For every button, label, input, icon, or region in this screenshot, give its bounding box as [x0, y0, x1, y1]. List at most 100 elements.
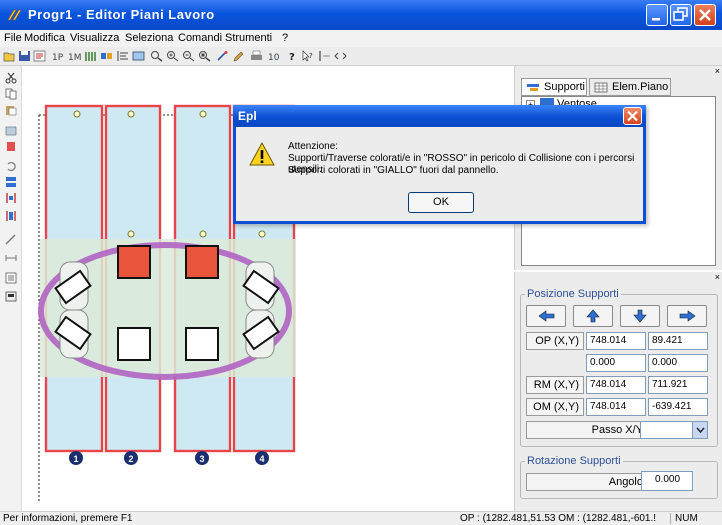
- rm-y-field[interactable]: 711.921: [648, 376, 708, 394]
- delete-icon[interactable]: [5, 140, 17, 152]
- dialog-message-line: Attenzione:: [288, 141, 339, 152]
- angle-label: Angolo: [526, 473, 648, 491]
- warning-icon: [249, 141, 275, 166]
- bars-icon[interactable]: [84, 50, 97, 62]
- code-icon[interactable]: [334, 50, 347, 62]
- reference-point: [127, 110, 135, 118]
- op-y-field[interactable]: 89.421: [648, 332, 708, 350]
- offset-y-field[interactable]: 0.000: [648, 354, 708, 372]
- zoom-out-icon[interactable]: [182, 50, 195, 62]
- zoom-in-icon[interactable]: [166, 50, 179, 62]
- menu-help[interactable]: ?: [282, 32, 288, 44]
- menu-seleziona[interactable]: Seleziona: [125, 32, 173, 44]
- close-button[interactable]: [694, 4, 716, 26]
- offset-x-field[interactable]: 0.000: [586, 354, 646, 372]
- app-icon: [7, 9, 22, 21]
- menu-modifica[interactable]: Modifica: [24, 32, 65, 44]
- panel-icon[interactable]: [132, 50, 145, 62]
- window-title: Progr1 - Editor Piani Lavoro: [28, 7, 215, 22]
- reference-point: [199, 230, 207, 238]
- dialog-close-button[interactable]: [623, 107, 642, 125]
- layout-1p-icon[interactable]: 1P: [52, 50, 65, 62]
- minimize-button[interactable]: [646, 4, 668, 26]
- move-up-button[interactable]: [573, 305, 613, 327]
- zoom-window-icon[interactable]: [150, 50, 163, 62]
- zoom-all-icon[interactable]: [198, 50, 211, 62]
- save-icon[interactable]: [18, 50, 31, 62]
- tab-supporti[interactable]: Supporti: [521, 78, 587, 96]
- rotation-group-title: Rotazione Supporti: [525, 455, 623, 467]
- suction-cup-collision[interactable]: [117, 245, 151, 279]
- dialog-title: Epl: [238, 109, 257, 123]
- rm-x-field[interactable]: 748.014: [586, 376, 646, 394]
- panel-close-icon[interactable]: ×: [715, 272, 720, 282]
- measure-alt-icon[interactable]: [5, 252, 17, 264]
- properties-icon[interactable]: [33, 50, 46, 62]
- context-help-icon[interactable]: ?: [302, 50, 315, 62]
- undo-icon[interactable]: [5, 160, 17, 172]
- align-icon[interactable]: [116, 50, 129, 62]
- insert-icon[interactable]: [5, 124, 17, 136]
- open-folder-icon[interactable]: [3, 50, 16, 62]
- svg-text:?: ?: [289, 52, 295, 62]
- svg-text:?: ?: [309, 52, 313, 60]
- place-support-icon[interactable]: [5, 176, 17, 188]
- op-x-field[interactable]: 748.014: [586, 332, 646, 350]
- column-number: 2: [128, 454, 133, 464]
- status-bar: Per informazioni, premere F1 OP : (1282.…: [0, 511, 722, 525]
- layout-1m-icon[interactable]: 1M: [68, 50, 81, 62]
- copy-icon[interactable]: [5, 88, 17, 100]
- angle-field[interactable]: 0.000: [641, 471, 693, 491]
- measure-icon[interactable]: [5, 234, 17, 246]
- move-left-button[interactable]: [526, 305, 566, 327]
- dialog-title-bar: Epl: [233, 105, 646, 127]
- ok-button[interactable]: OK: [408, 192, 474, 213]
- om-y-field[interactable]: -639.421: [648, 398, 708, 416]
- distribute-icon[interactable]: [5, 192, 17, 204]
- cut-icon[interactable]: [5, 72, 17, 84]
- position-group-title: Posizione Supporti: [525, 288, 621, 300]
- om-x-field[interactable]: 748.014: [586, 398, 646, 416]
- op-label: OP (X,Y): [526, 332, 584, 350]
- magic-icon[interactable]: [216, 50, 229, 62]
- move-right-button[interactable]: [667, 305, 707, 327]
- supports-icon[interactable]: [100, 50, 113, 62]
- pointer-icon[interactable]: [318, 50, 331, 62]
- close-icon: [699, 9, 711, 21]
- main-toolbar: 1P 1M 10 ? ?: [0, 47, 722, 66]
- print-icon[interactable]: [250, 50, 263, 62]
- panel-list-icon[interactable]: [5, 272, 17, 284]
- position-panel: × Posizione Supporti OP (X,Y) 748.014 89…: [514, 272, 722, 511]
- settings-icon[interactable]: [5, 290, 17, 302]
- rm-label: RM (X,Y): [526, 376, 584, 394]
- menu-strumenti[interactable]: Strumenti: [225, 32, 272, 44]
- column-number: 3: [199, 454, 204, 464]
- suction-cup-collision[interactable]: [185, 245, 219, 279]
- suction-cup[interactable]: [185, 327, 219, 361]
- menu-visualizza[interactable]: Visualizza: [70, 32, 119, 44]
- reference-point: [73, 110, 81, 118]
- maximize-button[interactable]: [670, 4, 692, 26]
- move-down-button[interactable]: [620, 305, 660, 327]
- help-icon[interactable]: ?: [286, 50, 299, 62]
- menu-bar: File Modifica Visualizza Seleziona Coman…: [0, 30, 722, 47]
- report-icon[interactable]: 10: [268, 50, 281, 62]
- move-up-icon: [586, 309, 600, 323]
- menu-file[interactable]: File: [4, 32, 22, 44]
- tab-supporti-label: Supporti: [544, 81, 585, 93]
- restore-icon: [673, 7, 688, 21]
- grid-icon: [594, 82, 608, 93]
- reference-point: [199, 110, 207, 118]
- chevron-down-icon[interactable]: [692, 422, 707, 438]
- passo-select[interactable]: [640, 421, 708, 439]
- tab-elem-piano[interactable]: Elem.Piano: [589, 78, 671, 96]
- minimize-icon: [652, 18, 660, 21]
- move-left-icon: [538, 310, 555, 322]
- paste-icon[interactable]: [5, 104, 17, 116]
- distribute-all-icon[interactable]: [5, 210, 17, 222]
- panel-close-icon[interactable]: ×: [715, 66, 720, 76]
- suction-cup[interactable]: [117, 327, 151, 361]
- column-number: 1: [73, 454, 78, 464]
- pencil-icon[interactable]: [232, 50, 245, 62]
- menu-comandi[interactable]: Comandi: [178, 32, 222, 44]
